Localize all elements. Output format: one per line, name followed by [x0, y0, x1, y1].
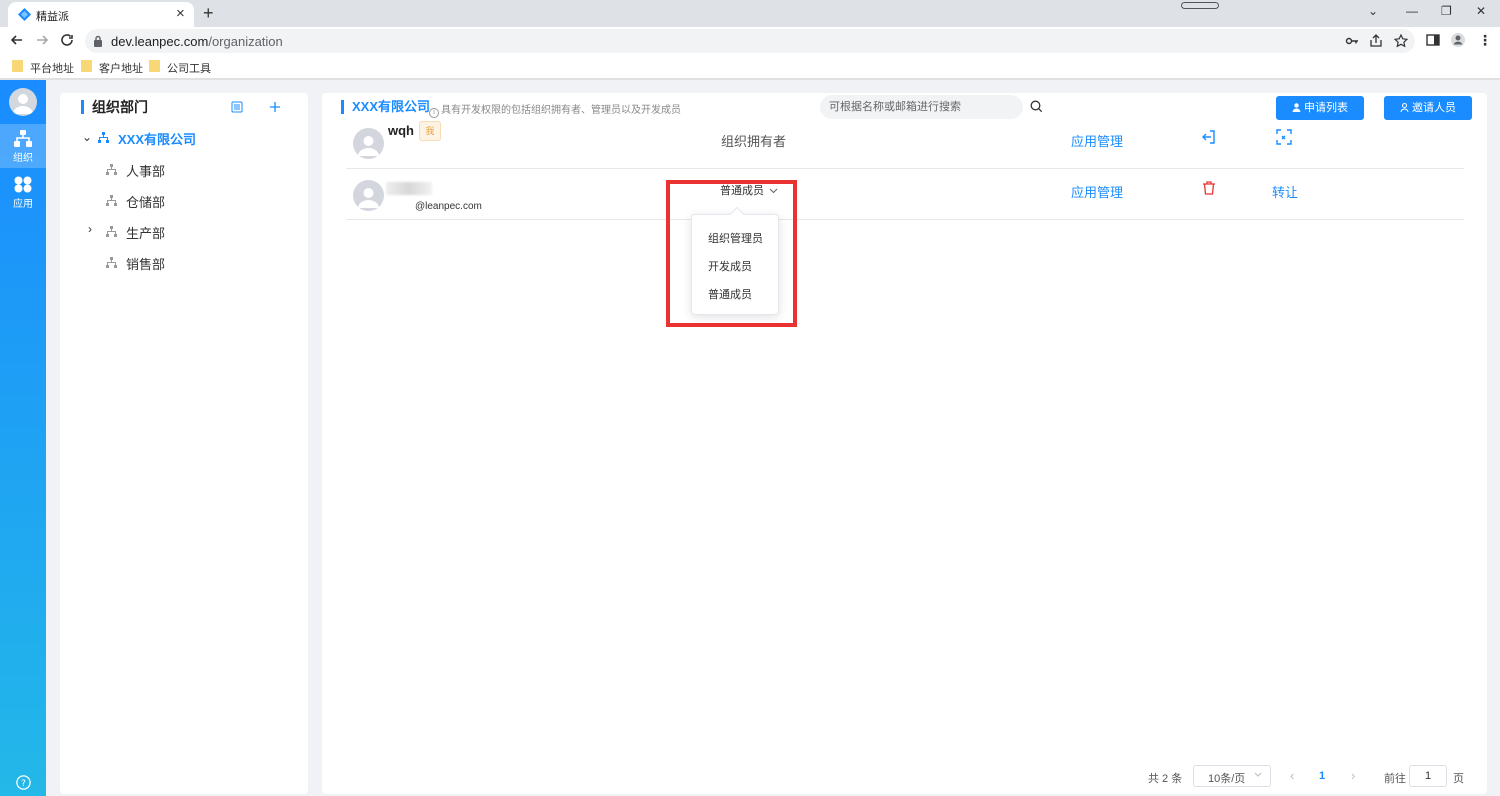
- exit-icon[interactable]: [1201, 129, 1217, 145]
- folder-icon: [149, 60, 160, 72]
- tree-node-department[interactable]: › 生产部: [88, 222, 270, 242]
- member-search-input[interactable]: [820, 95, 1023, 119]
- member-name: wqh: [388, 123, 414, 138]
- url-text: dev.leanpec.com/organization: [111, 34, 283, 49]
- member-avatar: [353, 180, 384, 211]
- list-icon[interactable]: [231, 101, 243, 113]
- lock-icon[interactable]: [93, 35, 103, 47]
- delete-icon[interactable]: [1201, 180, 1217, 196]
- table-row: @leanpec.com 普通成员 应用管理 转让: [346, 170, 1464, 220]
- address-bar[interactable]: dev.leanpec.com/organization: [85, 29, 1415, 53]
- collapse-icon[interactable]: [1276, 129, 1292, 145]
- browser-menu-icon[interactable]: ⋮: [1478, 32, 1492, 49]
- department-panel-title: 组织部门: [81, 100, 148, 114]
- browser-tab[interactable]: 精益派 ×: [8, 2, 194, 27]
- member-role: 组织拥有者: [721, 134, 787, 149]
- tab-search-icon[interactable]: [1181, 2, 1219, 9]
- app-management-link[interactable]: 应用管理: [1071, 182, 1123, 201]
- invite-member-button[interactable]: 邀请人员: [1384, 96, 1472, 120]
- close-window-icon[interactable]: ✕: [1476, 4, 1486, 18]
- org-tree-icon: [106, 195, 117, 206]
- member-email: @leanpec.com: [415, 201, 482, 212]
- browser-toolbar: dev.leanpec.com/organization ⋮: [0, 27, 1500, 54]
- members-panel: XXX有限公司 i具有开发权限的包括组织拥有者、管理员以及开发成员 申请列表 邀…: [322, 93, 1487, 794]
- add-department-icon[interactable]: [269, 101, 281, 113]
- avatar-icon: [358, 136, 379, 156]
- org-tree-icon: [98, 132, 109, 143]
- restore-icon[interactable]: ❐: [1441, 4, 1452, 18]
- minimize-icon[interactable]: —: [1406, 4, 1418, 18]
- tab-title: 精益派: [36, 11, 69, 23]
- new-tab-icon[interactable]: +: [203, 3, 214, 23]
- me-badge: 我: [419, 121, 441, 141]
- user-avatar[interactable]: [9, 88, 37, 116]
- org-tree-icon: [106, 257, 117, 268]
- chevron-right-icon[interactable]: ›: [88, 222, 92, 236]
- tree-node-root[interactable]: ⌄ XXX有限公司: [82, 128, 282, 148]
- bookmark-star-icon[interactable]: [1394, 34, 1408, 48]
- bookmarks-bar: 平台地址 客户地址 公司工具: [0, 54, 1500, 79]
- highlight-annotation-box: [666, 180, 797, 327]
- apps-icon: [14, 176, 32, 193]
- share-icon[interactable]: [1369, 34, 1383, 48]
- chevron-down-icon[interactable]: ⌄: [82, 130, 92, 144]
- user-outline-icon: [1400, 103, 1409, 113]
- permission-hint: i 具有开发权限的包括组织拥有者、管理员以及开发成员: [429, 101, 681, 118]
- side-panel-icon[interactable]: [1425, 32, 1441, 48]
- browser-tab-bar: 精益派 × + ⌄ — ❐ ✕: [0, 0, 1500, 27]
- apply-list-button[interactable]: 申请列表: [1276, 96, 1364, 120]
- department-panel: 组织部门 ⌄ XXX有限公司 人事部 仓储部 › 生产部 销售部: [60, 93, 308, 794]
- tree-node-department[interactable]: 销售部: [90, 253, 270, 273]
- goto-page-input[interactable]: 1: [1409, 765, 1447, 787]
- info-icon: i: [429, 108, 439, 118]
- transfer-link[interactable]: 转让: [1272, 182, 1298, 201]
- page-suffix: 页: [1453, 773, 1464, 785]
- key-icon[interactable]: [1345, 34, 1359, 48]
- chevron-down-icon: [1254, 772, 1262, 777]
- tab-list-chevron-icon[interactable]: ⌄: [1368, 4, 1378, 18]
- reload-icon[interactable]: [59, 32, 75, 48]
- company-title: XXX有限公司: [341, 100, 430, 114]
- user-avatar-icon: [13, 94, 33, 114]
- goto-label: 前往: [1384, 773, 1406, 785]
- app-sidebar: 组织 应用 ?: [0, 80, 46, 796]
- table-row: wqh 我 组织拥有者 应用管理: [346, 119, 1464, 169]
- help-icon[interactable]: ?: [16, 775, 31, 790]
- search-icon[interactable]: [1030, 100, 1043, 113]
- tree-node-department[interactable]: 人事部: [90, 160, 270, 180]
- prev-page-icon[interactable]: ‹: [1290, 768, 1294, 790]
- tree-node-department[interactable]: 仓储部: [90, 191, 270, 211]
- site-favicon-icon: [18, 8, 31, 21]
- folder-icon: [81, 60, 92, 72]
- org-tree-icon: [106, 226, 117, 237]
- page-number-current[interactable]: 1: [1319, 770, 1325, 792]
- avatar-icon: [358, 188, 379, 208]
- next-page-icon[interactable]: ›: [1351, 768, 1355, 790]
- tab-close-icon[interactable]: ×: [176, 5, 185, 23]
- member-avatar: [353, 128, 384, 159]
- org-icon: [14, 130, 32, 147]
- forward-icon[interactable]: [34, 32, 50, 48]
- app-management-link[interactable]: 应用管理: [1071, 131, 1123, 150]
- pagination-total: 共 2 条: [1148, 773, 1183, 785]
- member-name-redacted: [386, 182, 432, 195]
- org-tree-icon: [106, 164, 117, 175]
- user-icon: [1292, 103, 1301, 112]
- folder-icon: [12, 60, 23, 72]
- svg-text:?: ?: [21, 779, 26, 789]
- sidebar-item-organization[interactable]: 组织: [0, 124, 46, 168]
- page-size-select[interactable]: 10条/页: [1193, 765, 1271, 787]
- sidebar-item-apps[interactable]: 应用: [0, 170, 46, 214]
- profile-icon[interactable]: [1450, 32, 1466, 48]
- back-icon[interactable]: [9, 32, 25, 48]
